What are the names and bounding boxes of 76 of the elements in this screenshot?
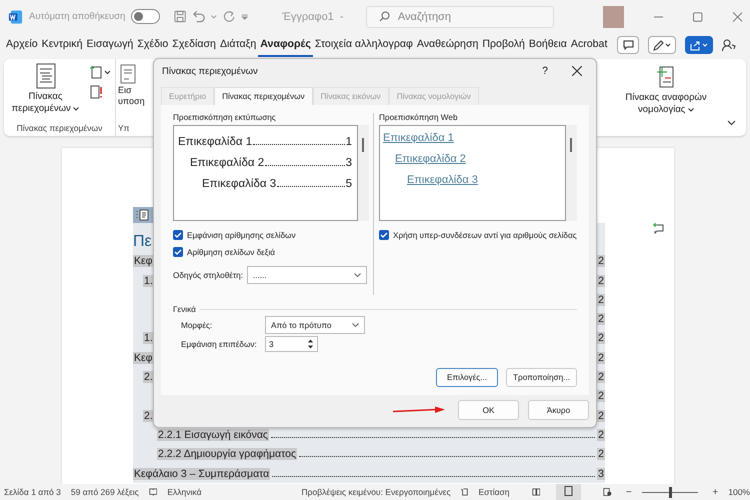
dialog-tab[interactable]: Πίνακας περιεχομένων	[214, 87, 313, 105]
table-of-contents-button[interactable]: Πίνακας περιεχομένων	[8, 63, 83, 115]
toc-entry[interactable]: Κεφ	[133, 352, 154, 364]
preview-heading: Επικεφαλίδα 2	[190, 157, 264, 169]
ribbon-tab[interactable]: Αρχείο	[4, 34, 40, 56]
preview-page-number: 5	[346, 178, 352, 190]
toc-entry[interactable]: 2.2.2 Δημιουργία γραφήματος	[157, 448, 298, 460]
formats-label: Μορφές:	[181, 320, 214, 330]
ribbon-tab[interactable]: Προβολή	[480, 34, 527, 56]
toc-entry[interactable]: 1.	[143, 332, 154, 344]
tab-leader-label: Οδηγός στηλοθέτη:	[173, 270, 243, 280]
word-count[interactable]: 59 από 269 λέξεις	[70, 487, 139, 497]
insert-footnote-button[interactable]: Εισ υποση	[118, 63, 145, 108]
tab-leader-dropdown[interactable]: ......	[246, 266, 367, 284]
preview-heading: Επικεφαλίδα 1	[178, 136, 252, 148]
toc-entry[interactable]: 2.	[143, 371, 154, 384]
ribbon-tab[interactable]: Αναθεώρηση	[414, 34, 480, 56]
page-number: 2	[597, 410, 605, 422]
group-label: Πίνακας περιεχομένων	[16, 123, 104, 133]
autosave-label: Αυτόματη αποθήκευση	[29, 11, 126, 22]
preview-link[interactable]: Επικεφαλίδα 1	[383, 132, 454, 144]
page-number: 2	[597, 371, 605, 384]
ribbon-tab[interactable]: Διάταξη	[218, 34, 258, 56]
page-number: 2	[597, 313, 605, 326]
toc-heading: Πε	[133, 232, 152, 251]
page-number: 2	[597, 332, 605, 344]
page-number: 3	[597, 468, 605, 480]
preview-page-number: 1	[346, 136, 352, 148]
ribbon-tab[interactable]: Σχέδιο	[135, 34, 170, 56]
levels-label: Εμφάνιση επιπέδων:	[181, 340, 258, 348]
ribbon-tab[interactable]: Στοιχεία αλληλογραφ	[312, 34, 415, 56]
dialog-title: Πίνακας περιεχομένων	[162, 66, 258, 76]
page-number: 2	[597, 448, 605, 460]
zoom-out-button[interactable]: −	[626, 486, 632, 498]
cancel-button[interactable]: Άκυρο	[528, 400, 589, 420]
document-title: Έγγραφο1 -	[282, 10, 345, 22]
zoom-percent[interactable]: 100%	[728, 487, 750, 497]
page-number: 2	[597, 274, 605, 287]
ok-button[interactable]: OK	[458, 400, 519, 420]
zoom-in-button[interactable]: +	[712, 486, 718, 498]
toc-entry[interactable]: 2.2.1 Εισαγωγή εικόνας	[157, 428, 269, 441]
right-align-checkbox[interactable]: Αρίθμηση σελίδων δεξιά	[173, 245, 369, 259]
web-preview-label: Προεπισκόπηση Web	[379, 113, 458, 122]
toc-entry[interactable]: 1.	[143, 274, 154, 287]
modify-button[interactable]: Τροποποίηση...	[506, 368, 577, 387]
ribbon-tab[interactable]: Σχεδίαση	[170, 34, 218, 56]
focus-label[interactable]: Εστίαση	[478, 487, 510, 497]
toc-entry[interactable]: Κεφάλαιο 3 – Συμπεράσματα	[133, 468, 270, 480]
table-of-authorities-button[interactable]: Πίνακας αναφορών νομολογίας	[616, 59, 716, 136]
preview-link[interactable]: Επικεφαλίδα 3	[407, 174, 478, 186]
preview-link[interactable]: Επικεφαλίδα 2	[395, 152, 466, 164]
print-preview-label: Προεπισκόπηση εκτύπωσης	[173, 113, 277, 122]
page-count[interactable]: Σελίδα 1 από 3	[4, 487, 61, 497]
toc-entry[interactable]: Κεφ	[133, 255, 154, 268]
group-label: Υπ	[118, 123, 130, 133]
options-button[interactable]: Επιλογές...	[436, 368, 498, 387]
page-number: 2	[597, 255, 605, 268]
page-number: 2	[597, 294, 605, 306]
text-predictions-status[interactable]: Προβλέψεις κειμένου: Ενεργοποιημένες	[302, 487, 451, 497]
page-number: 2	[597, 352, 605, 364]
ribbon-tab[interactable]: Acrobat	[568, 34, 610, 56]
preview-page-number: 3	[346, 157, 352, 169]
formats-dropdown[interactable]: Από το πρότυπο	[265, 316, 365, 334]
levels-spinner[interactable]: 3	[265, 336, 318, 352]
toc-entry[interactable]: 2.	[143, 410, 154, 422]
show-page-numbers-checkbox[interactable]: Εμφάνιση αρίθμησης σελίδων	[173, 228, 369, 242]
help-button[interactable]: ?	[542, 65, 548, 77]
ribbon-tab[interactable]: Εισαγωγή	[84, 34, 136, 56]
language-label[interactable]: Ελληνικά	[167, 487, 202, 497]
use-hyperlinks-checkbox[interactable]: Χρήση υπερ-συνδέσεων αντί για αριθμούς σελίδας	[379, 228, 577, 242]
preview-heading: Επικεφαλίδα 3	[202, 178, 276, 190]
page-number: 2	[597, 390, 605, 402]
ribbon-tab[interactable]: Βοήθεια	[526, 34, 569, 56]
page-number: 2	[597, 428, 605, 441]
ribbon-tab[interactable]: Κεντρική	[40, 34, 84, 56]
general-section-label: Γενικά	[173, 305, 196, 314]
